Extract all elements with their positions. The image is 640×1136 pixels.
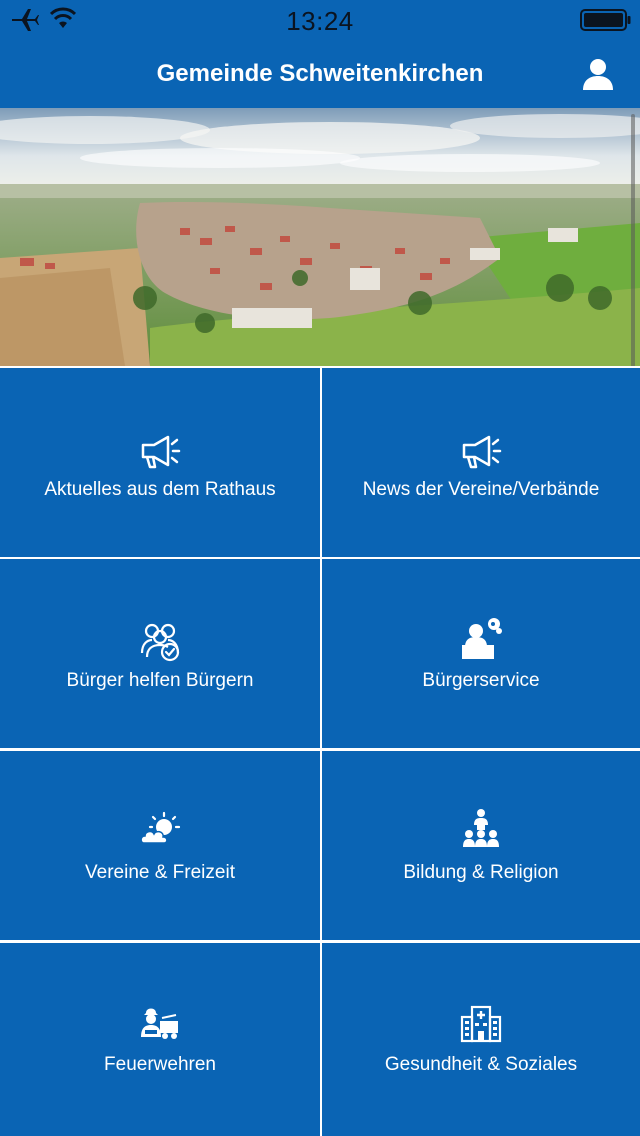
tile-label: Vereine & Freizeit — [85, 862, 235, 883]
megaphone-icon — [141, 435, 181, 469]
status-bar: 13:24 — [0, 0, 640, 40]
hospital-icon — [460, 1005, 502, 1043]
tile-vereine-freizeit[interactable]: Vereine & Freizeit — [0, 751, 320, 940]
status-time: 13:24 — [286, 6, 354, 36]
tile-label: Bildung & Religion — [403, 862, 559, 883]
megaphone-icon — [462, 435, 502, 469]
tile-label: News der Vereine/Verbände — [362, 479, 600, 500]
tile-label: Gesundheit & Soziales — [384, 1054, 578, 1075]
tile-bildung-religion[interactable]: Bildung & Religion — [322, 751, 640, 940]
battery-icon — [580, 9, 631, 31]
tile-feuerwehren[interactable]: Feuerwehren — [0, 943, 320, 1136]
tile-buerger-helfen[interactable]: Bürger helfen Bürgern — [0, 559, 320, 748]
hero-image — [0, 108, 640, 366]
tile-label: Bürgerservice — [422, 670, 540, 691]
tile-label: Bürger helfen Bürgern — [66, 670, 254, 691]
service-desk-icon — [462, 618, 502, 659]
tile-label: Feuerwehren — [104, 1054, 216, 1075]
sun-cloud-icon — [140, 811, 181, 844]
user-icon[interactable] — [580, 56, 616, 92]
tile-buergerservice[interactable]: Bürgerservice — [322, 559, 640, 748]
tile-aktuelles[interactable]: Aktuelles aus dem Rathaus — [0, 368, 320, 557]
tile-gesundheit-soziales[interactable]: Gesundheit & Soziales — [322, 943, 640, 1136]
people-group-check-icon — [140, 623, 180, 662]
nav-bar: Gemeinde Schweitenkirchen — [0, 40, 640, 108]
firefighter-truck-icon — [141, 1008, 178, 1039]
aerial-village-photo — [0, 108, 640, 366]
tile-news-vereine[interactable]: News der Vereine/Verbände — [322, 368, 640, 557]
tile-label: Aktuelles aus dem Rathaus — [44, 479, 276, 500]
page-title: Gemeinde Schweitenkirchen — [156, 60, 484, 87]
tile-grid: Aktuelles aus dem Rathaus News der Verei… — [0, 366, 640, 1136]
teacher-students-icon — [463, 809, 499, 847]
app-screen: 13:24 Gemeinde Schweitenkirchen Aktuelle… — [0, 0, 640, 1136]
